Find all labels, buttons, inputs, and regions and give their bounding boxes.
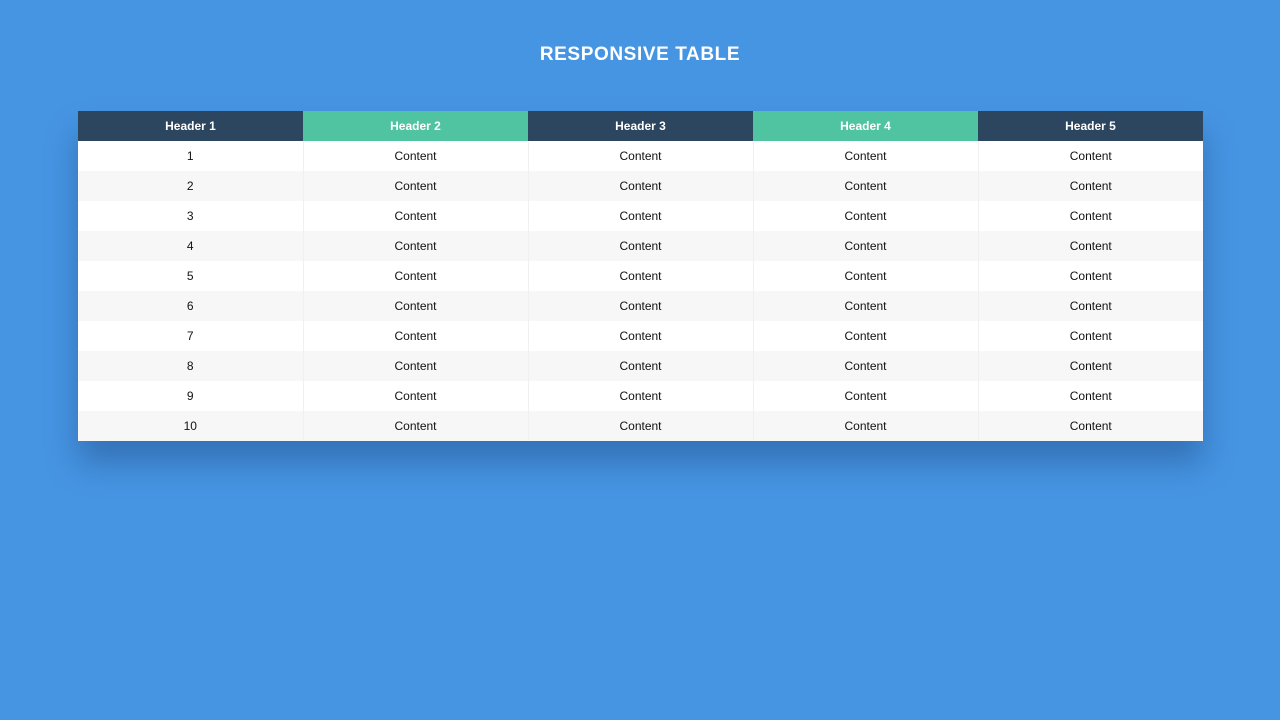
table-cell: Content <box>528 231 754 261</box>
table-container: Header 1 Header 2 Header 3 Header 4 Head… <box>78 111 1203 441</box>
table-cell-index: 9 <box>78 381 304 411</box>
table-cell-index: 3 <box>78 201 304 231</box>
table-header-1: Header 1 <box>78 111 303 141</box>
responsive-table: Header 1 Header 2 Header 3 Header 4 Head… <box>78 111 1203 441</box>
table-cell-index: 5 <box>78 261 304 291</box>
table-cell-index: 1 <box>78 141 304 171</box>
table-cell: Content <box>528 411 754 441</box>
table-cell: Content <box>978 291 1203 321</box>
table-row: 4 Content Content Content Content <box>78 231 1203 261</box>
table-cell: Content <box>753 231 979 261</box>
table-row: 1 Content Content Content Content <box>78 141 1203 171</box>
table-cell: Content <box>753 171 979 201</box>
table-header-3: Header 3 <box>528 111 753 141</box>
table-cell-index: 7 <box>78 321 304 351</box>
table-cell: Content <box>303 201 529 231</box>
table-header-5: Header 5 <box>978 111 1203 141</box>
table-cell: Content <box>528 291 754 321</box>
table-row: 10 Content Content Content Content <box>78 411 1203 441</box>
table-header-2: Header 2 <box>303 111 528 141</box>
table-cell: Content <box>978 261 1203 291</box>
table-cell-index: 8 <box>78 351 304 381</box>
table-cell: Content <box>528 201 754 231</box>
table-cell: Content <box>528 351 754 381</box>
table-cell: Content <box>753 261 979 291</box>
table-row: 5 Content Content Content Content <box>78 261 1203 291</box>
table-cell: Content <box>753 201 979 231</box>
table-cell: Content <box>978 381 1203 411</box>
table-cell: Content <box>303 291 529 321</box>
table-cell: Content <box>753 141 979 171</box>
table-row: 3 Content Content Content Content <box>78 201 1203 231</box>
page-title: RESPONSIVE TABLE <box>539 44 741 65</box>
table-cell: Content <box>753 411 979 441</box>
table-cell: Content <box>528 171 754 201</box>
table-cell: Content <box>978 351 1203 381</box>
table-cell: Content <box>303 261 529 291</box>
table-cell: Content <box>528 261 754 291</box>
table-cell: Content <box>303 141 529 171</box>
table-cell: Content <box>978 231 1203 261</box>
table-cell: Content <box>303 351 529 381</box>
table-cell-index: 6 <box>78 291 304 321</box>
table-cell: Content <box>978 411 1203 441</box>
table-cell: Content <box>528 141 754 171</box>
table-row: 8 Content Content Content Content <box>78 351 1203 381</box>
table-body: 1 Content Content Content Content 2 Content Con… <box>78 141 1203 441</box>
table-row: 6 Content Content Content Content <box>78 291 1203 321</box>
table-cell: Content <box>753 381 979 411</box>
table-cell: Content <box>303 381 529 411</box>
table-cell: Content <box>753 351 979 381</box>
table-cell: Content <box>303 231 529 261</box>
table-cell: Content <box>978 321 1203 351</box>
table-cell: Content <box>303 321 529 351</box>
table-cell: Content <box>528 321 754 351</box>
table-row: 2 Content Content Content Content <box>78 171 1203 201</box>
table-cell: Content <box>303 411 529 441</box>
table-cell: Content <box>528 381 754 411</box>
table-cell-index: 10 <box>78 411 304 441</box>
table-cell: Content <box>978 201 1203 231</box>
table-header-4: Header 4 <box>753 111 978 141</box>
table-cell: Content <box>753 321 979 351</box>
table-header-row: Header 1 Header 2 Header 3 Header 4 Head… <box>78 111 1203 141</box>
table-cell: Content <box>753 291 979 321</box>
table-row: 7 Content Content Content Content <box>78 321 1203 351</box>
table-cell: Content <box>978 141 1203 171</box>
table-cell-index: 4 <box>78 231 304 261</box>
table-cell: Content <box>978 171 1203 201</box>
table-row: 9 Content Content Content Content <box>78 381 1203 411</box>
table-cell-index: 2 <box>78 171 304 201</box>
page: RESPONSIVE TABLE Header 1 Header 2 Heade… <box>0 0 1280 720</box>
table-cell: Content <box>303 171 529 201</box>
